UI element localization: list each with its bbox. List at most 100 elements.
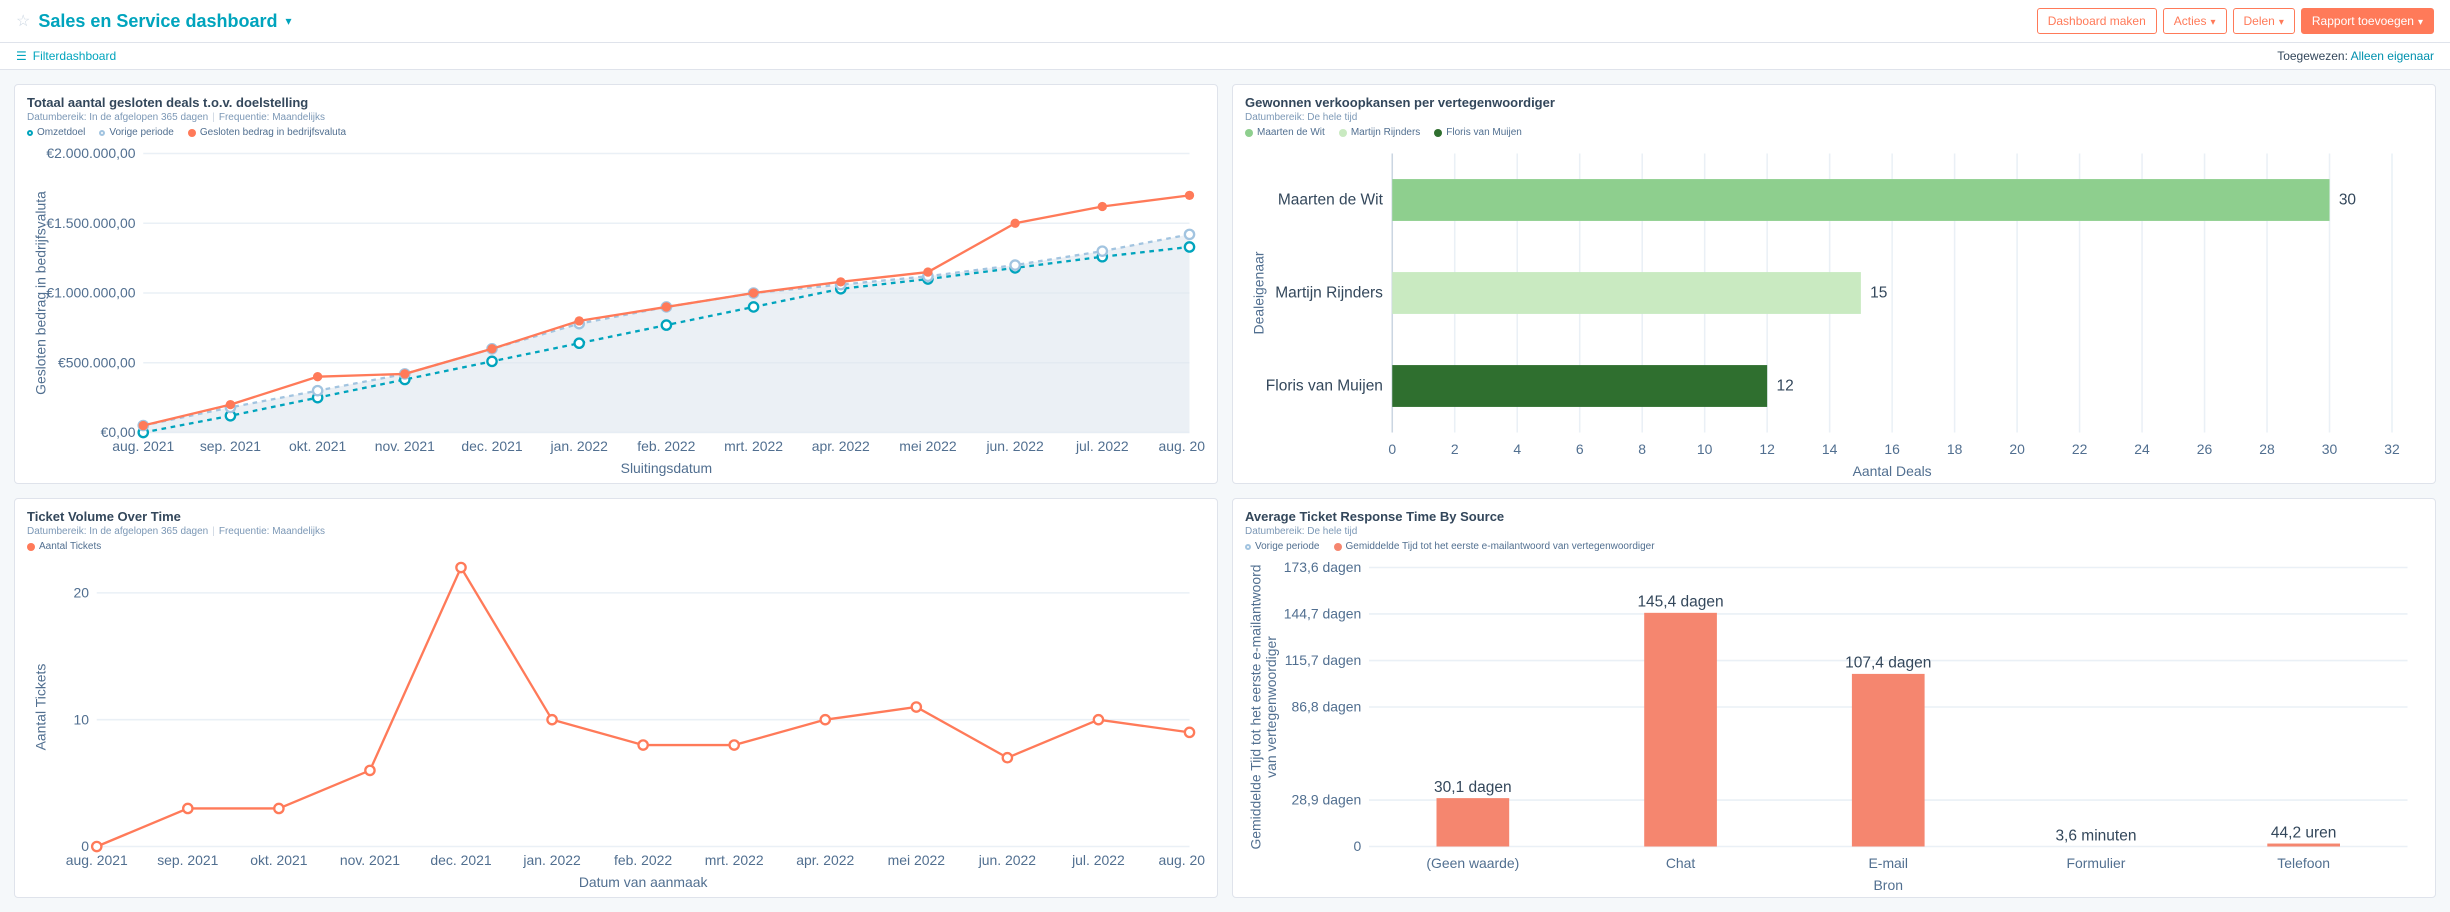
svg-text:28: 28 <box>2259 441 2275 457</box>
chevron-down-icon <box>2418 14 2423 28</box>
svg-text:€500.000,00: €500.000,00 <box>58 354 136 370</box>
card-legend: Vorige periode Gemiddelde Tijd tot het e… <box>1245 541 2423 552</box>
topbar-actions: Dashboard maken Acties Delen Rapport toe… <box>2037 8 2434 34</box>
chart-response-time: 0 28,9 dagen 86,8 dagen 115,7 dagen 144,7 da… <box>1245 552 2423 893</box>
add-report-button[interactable]: Rapport toevoegen <box>2301 8 2434 34</box>
svg-text:mrt. 2022: mrt. 2022 <box>705 852 764 868</box>
svg-text:€2.000.000,00: €2.000.000,00 <box>46 145 135 161</box>
svg-text:mei 2022: mei 2022 <box>888 852 946 868</box>
svg-text:145,4 dagen: 145,4 dagen <box>1637 594 1723 611</box>
card-title: Totaal aantal gesloten deals t.o.v. doel… <box>27 95 1205 110</box>
svg-text:Gemiddelde Tijd tot het eerste: Gemiddelde Tijd tot het eerste e-mailant… <box>1248 564 1264 849</box>
svg-text:jun. 2022: jun. 2022 <box>978 852 1037 868</box>
chevron-down-icon <box>2279 14 2284 28</box>
svg-text:86,8 dagen: 86,8 dagen <box>1291 699 1361 715</box>
svg-text:aug. 2022: aug. 2022 <box>1158 852 1205 868</box>
svg-text:€1.000.000,00: €1.000.000,00 <box>46 285 135 301</box>
svg-text:Aantal Deals: Aantal Deals <box>1853 463 1932 479</box>
svg-text:sep. 2021: sep. 2021 <box>157 852 218 868</box>
svg-text:26: 26 <box>2197 441 2213 457</box>
svg-text:jan. 2022: jan. 2022 <box>550 438 609 454</box>
svg-text:Bron: Bron <box>1874 877 1903 893</box>
svg-text:173,6 dagen: 173,6 dagen <box>1284 559 1362 575</box>
card-won-by-rep[interactable]: Gewonnen verkoopkansen per vertegenwoord… <box>1232 84 2436 484</box>
filterbar: ☰ Filterdashboard Toegewezen: Alleen eig… <box>0 43 2450 70</box>
card-subtitle: Datumbereik: De hele tijd <box>1245 526 2423 537</box>
svg-text:Datum van aanmaak: Datum van aanmaak <box>579 874 708 890</box>
svg-text:20: 20 <box>2009 441 2025 457</box>
svg-text:(Geen waarde): (Geen waarde) <box>1426 855 1519 871</box>
legend-swatch-icon <box>1245 129 1253 137</box>
svg-text:24: 24 <box>2134 441 2150 457</box>
dashboard-selector-caret-icon[interactable]: ▾ <box>285 14 291 28</box>
card-subtitle: Datumbereik: De hele tijd <box>1245 112 2423 123</box>
svg-text:apr. 2022: apr. 2022 <box>796 852 854 868</box>
svg-text:Telefoon: Telefoon <box>2277 855 2330 871</box>
svg-text:aug. 2022: aug. 2022 <box>1158 438 1205 454</box>
svg-text:8: 8 <box>1638 441 1646 457</box>
filter-dashboard-button[interactable]: ☰ Filterdashboard <box>16 49 116 63</box>
svg-text:0: 0 <box>1353 838 1361 854</box>
legend-swatch-icon <box>1245 544 1251 550</box>
svg-text:4: 4 <box>1513 441 1521 457</box>
share-button[interactable]: Delen <box>2233 8 2295 34</box>
legend-swatch-icon <box>188 129 196 137</box>
svg-text:107,4 dagen: 107,4 dagen <box>1845 655 1931 672</box>
actions-button[interactable]: Acties <box>2163 8 2227 34</box>
svg-text:Martijn Rijnders: Martijn Rijnders <box>1275 285 1383 302</box>
svg-text:115,7 dagen: 115,7 dagen <box>1285 652 1361 668</box>
svg-text:10: 10 <box>73 711 89 727</box>
card-legend: Omzetdoel Vorige periode Gesloten bedrag… <box>27 127 1205 138</box>
svg-text:12: 12 <box>1759 441 1775 457</box>
svg-text:Maarten de Wit: Maarten de Wit <box>1278 192 1384 209</box>
card-ticket-volume[interactable]: Ticket Volume Over Time Datumbereik: In … <box>14 498 1218 898</box>
card-subtitle: Datumbereik: In de afgelopen 365 dagen|F… <box>27 112 1205 123</box>
svg-text:dec. 2021: dec. 2021 <box>461 438 522 454</box>
legend-swatch-icon <box>1334 543 1342 551</box>
favorite-star-icon[interactable]: ☆ <box>16 11 30 31</box>
assigned-label: Toegewezen: <box>2277 49 2348 63</box>
svg-text:mrt. 2022: mrt. 2022 <box>724 438 783 454</box>
svg-text:dec. 2021: dec. 2021 <box>430 852 491 868</box>
svg-text:0: 0 <box>1388 441 1396 457</box>
legend-swatch-icon <box>27 543 35 551</box>
svg-text:Sluitingsdatum: Sluitingsdatum <box>621 460 712 476</box>
svg-text:Floris van Muijen: Floris van Muijen <box>1266 378 1383 395</box>
svg-text:32: 32 <box>2384 441 2400 457</box>
svg-text:aug. 2021: aug. 2021 <box>112 438 174 454</box>
svg-text:16: 16 <box>1884 441 1900 457</box>
svg-text:apr. 2022: apr. 2022 <box>812 438 870 454</box>
assigned-value-link[interactable]: Alleen eigenaar <box>2351 49 2434 63</box>
chevron-down-icon <box>2210 14 2215 28</box>
filter-icon: ☰ <box>16 49 27 63</box>
svg-text:E-mail: E-mail <box>1869 855 1909 871</box>
svg-text:mei 2022: mei 2022 <box>899 438 957 454</box>
svg-text:30: 30 <box>2322 441 2338 457</box>
create-dashboard-button[interactable]: Dashboard maken <box>2037 8 2157 34</box>
chart-deals-goal: €0,00€500.000,00€1.000.000,00€1.500.000,… <box>27 138 1205 479</box>
svg-text:30,1 dagen: 30,1 dagen <box>1434 779 1512 796</box>
dashboard-title: Sales en Service dashboard <box>38 11 277 32</box>
card-subtitle: Datumbereik: In de afgelopen 365 dagen|F… <box>27 526 1205 537</box>
svg-text:okt. 2021: okt. 2021 <box>289 438 347 454</box>
svg-text:15: 15 <box>1870 285 1887 302</box>
svg-text:28,9 dagen: 28,9 dagen <box>1291 792 1361 808</box>
svg-text:144,7 dagen: 144,7 dagen <box>1284 606 1362 622</box>
svg-text:2: 2 <box>1451 441 1459 457</box>
svg-text:30: 30 <box>2339 192 2357 209</box>
svg-text:Formulier: Formulier <box>2067 855 2126 871</box>
svg-text:€1.500.000,00: €1.500.000,00 <box>46 215 135 231</box>
card-response-time[interactable]: Average Ticket Response Time By Source D… <box>1232 498 2436 898</box>
card-title: Average Ticket Response Time By Source <box>1245 509 2423 524</box>
card-legend: Aantal Tickets <box>27 541 1205 552</box>
legend-swatch-icon <box>1339 129 1347 137</box>
svg-text:jan. 2022: jan. 2022 <box>522 852 581 868</box>
card-deals-goal[interactable]: Totaal aantal gesloten deals t.o.v. doel… <box>14 84 1218 484</box>
svg-text:jul. 2022: jul. 2022 <box>1075 438 1129 454</box>
svg-text:feb. 2022: feb. 2022 <box>614 852 672 868</box>
svg-text:okt. 2021: okt. 2021 <box>250 852 308 868</box>
chart-won-by-rep: 02468101214161820222426283032Aantal Deal… <box>1245 138 2423 479</box>
svg-text:6: 6 <box>1576 441 1584 457</box>
legend-swatch-icon <box>27 130 33 136</box>
legend-swatch-icon <box>99 130 105 136</box>
